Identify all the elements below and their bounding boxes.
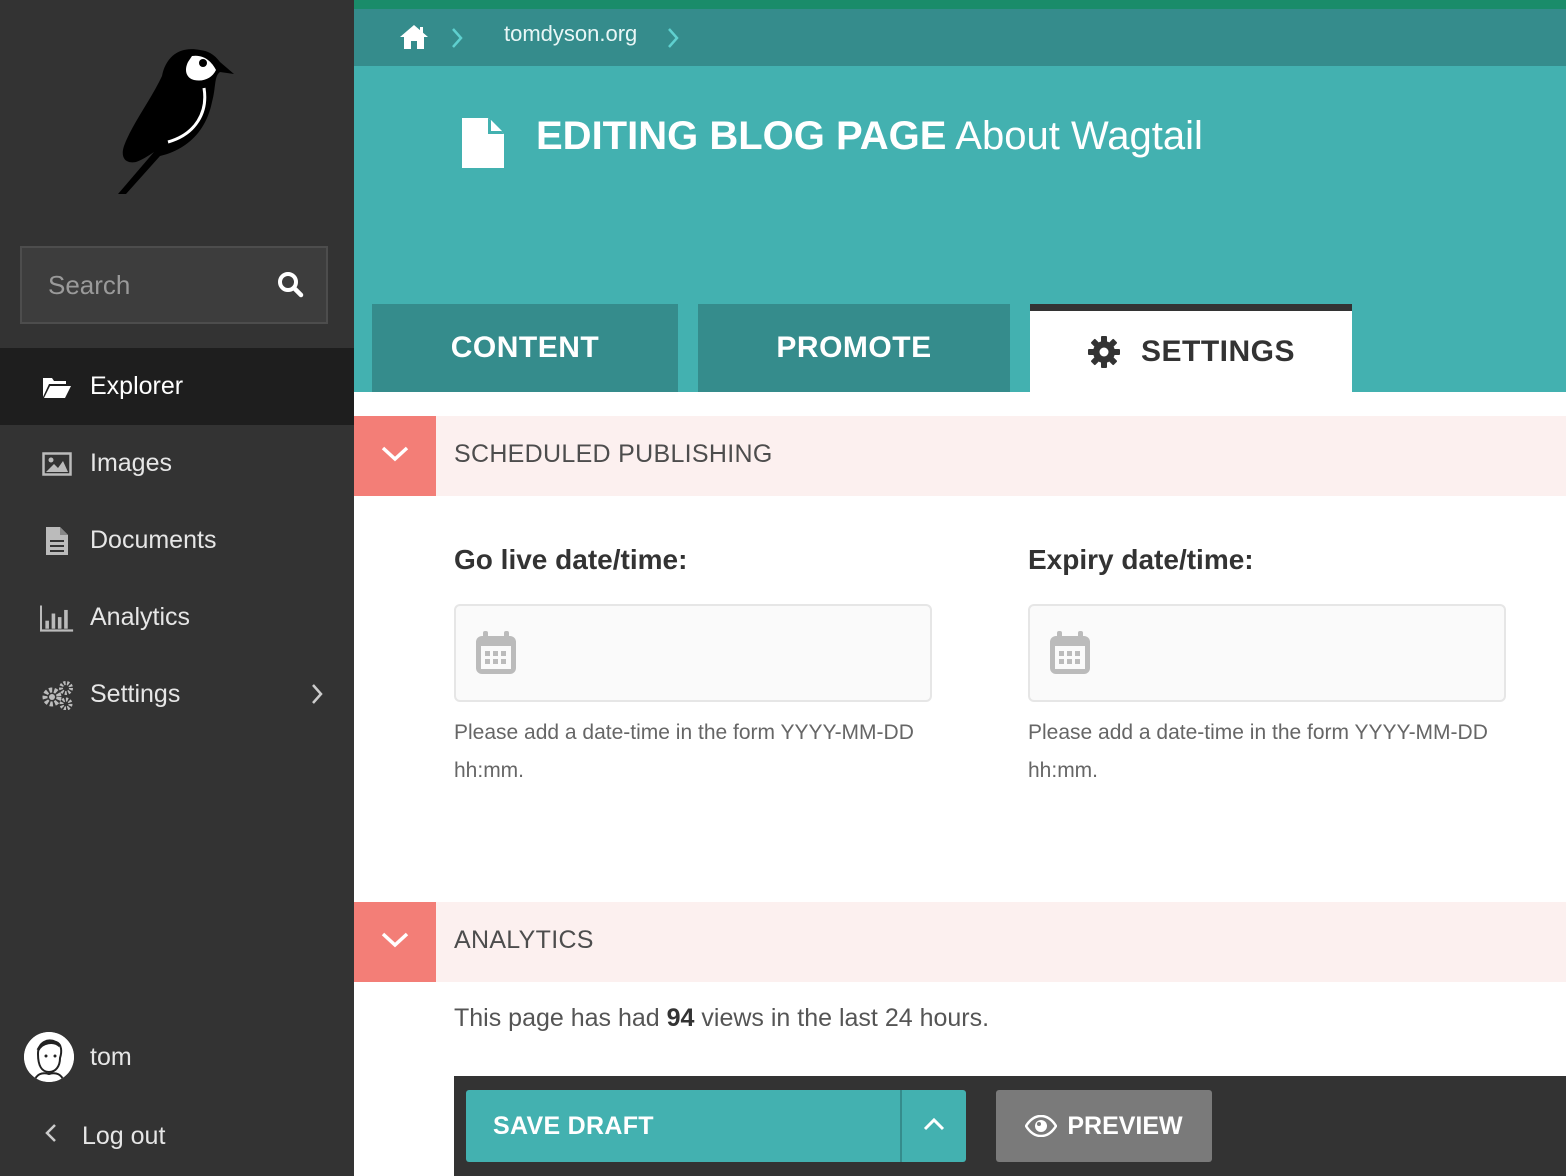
menu-item-documents[interactable]: Documents — [0, 502, 354, 579]
save-draft-button[interactable]: SAVE DRAFT — [493, 1112, 654, 1141]
logout-label: Log out — [82, 1122, 166, 1150]
expiry-label: Expiry date/time: — [1028, 544, 1254, 575]
page-type-label: EDITING BLOG PAGE — [536, 114, 947, 158]
panel-title: SCHEDULED PUBLISHING — [454, 440, 773, 468]
page-header: EDITING BLOG PAGE About Wagtail CONTENT … — [354, 66, 1566, 392]
menu-item-label: Explorer — [90, 372, 184, 400]
chevron-down-icon — [380, 445, 410, 468]
menu-item-label: Images — [90, 449, 172, 477]
document-icon — [40, 526, 74, 556]
tab-promote[interactable]: PROMOTE — [698, 304, 1010, 392]
calendar-icon — [474, 630, 518, 681]
analytics-summary: This page has had 94 views in the last 2… — [454, 1004, 989, 1033]
footer-action-bar: SAVE DRAFT PREVIEW — [454, 1076, 1566, 1176]
wagtail-logo[interactable] — [108, 42, 238, 202]
page-title: EDITING BLOG PAGE About Wagtail — [536, 114, 1203, 159]
menu-item-settings[interactable]: Settings — [0, 656, 354, 733]
view-count: 94 — [666, 1004, 695, 1032]
tab-label: SETTINGS — [1140, 334, 1295, 368]
collapse-toggle[interactable] — [354, 416, 436, 496]
chevron-right-icon — [666, 26, 680, 55]
menu-item-label: Documents — [90, 526, 217, 554]
calendar-icon — [1048, 630, 1092, 681]
go-live-field[interactable] — [454, 604, 932, 702]
preview-button[interactable]: PREVIEW — [996, 1090, 1212, 1162]
page-name: About Wagtail — [955, 114, 1203, 158]
cogs-icon — [40, 680, 74, 710]
breadcrumb: tomdyson.org — [354, 9, 1566, 66]
bar-chart-icon — [40, 603, 74, 633]
more-actions-toggle[interactable] — [902, 1090, 966, 1162]
analytics-text-after: views in the last 24 hours. — [694, 1004, 990, 1032]
menu-item-label: Analytics — [90, 603, 191, 631]
save-draft-button-group: SAVE DRAFT — [466, 1090, 966, 1162]
collapse-toggle[interactable] — [354, 902, 436, 982]
image-icon — [40, 449, 74, 479]
username: tom — [90, 1042, 132, 1071]
chevron-down-icon — [380, 931, 410, 954]
tab-label: PROMOTE — [776, 331, 932, 364]
menu-item-label: Settings — [90, 680, 181, 708]
home-icon[interactable] — [398, 23, 430, 56]
sidebar: Explorer Images Documents Analytics Sett… — [0, 0, 354, 1176]
scheduled-publishing-panel-header: SCHEDULED PUBLISHING — [354, 416, 1566, 496]
avatar — [24, 1032, 74, 1082]
analytics-text-before: This page has had — [454, 1004, 667, 1032]
logout-link[interactable]: Log out — [44, 1122, 165, 1151]
preview-label: PREVIEW — [1067, 1111, 1183, 1140]
chevron-right-icon — [310, 682, 324, 713]
expiry-field[interactable] — [1028, 604, 1506, 702]
eye-icon — [1025, 1115, 1058, 1137]
panel-title: ANALYTICS — [454, 926, 594, 954]
page-icon — [460, 116, 506, 175]
menu-item-explorer[interactable]: Explorer — [0, 348, 354, 425]
search-input[interactable] — [22, 248, 262, 322]
top-accent-bar — [354, 0, 1566, 9]
tab-settings[interactable]: SETTINGS — [1030, 304, 1352, 392]
menu-item-analytics[interactable]: Analytics — [0, 579, 354, 656]
go-live-help-text: Please add a date-time in the form YYYY-… — [454, 721, 914, 782]
tab-content[interactable]: CONTENT — [372, 304, 678, 392]
account-menu[interactable]: tom — [24, 1032, 132, 1082]
analytics-panel-header: ANALYTICS — [354, 902, 1566, 982]
expiry-help-text: Please add a date-time in the form YYYY-… — [1028, 721, 1488, 782]
folder-open-icon — [40, 372, 74, 402]
breadcrumb-site-link[interactable]: tomdyson.org — [504, 21, 637, 47]
menu-item-images[interactable]: Images — [0, 425, 354, 502]
cog-icon — [1087, 335, 1121, 369]
search-icon[interactable] — [276, 270, 306, 300]
main-menu: Explorer Images Documents Analytics Sett… — [0, 348, 354, 733]
chevron-right-icon — [450, 26, 464, 55]
tab-label: CONTENT — [450, 331, 600, 364]
go-live-label: Go live date/time: — [454, 544, 688, 575]
search-box — [20, 246, 328, 324]
chevron-left-icon — [44, 1122, 58, 1151]
chevron-up-icon — [922, 1116, 946, 1137]
